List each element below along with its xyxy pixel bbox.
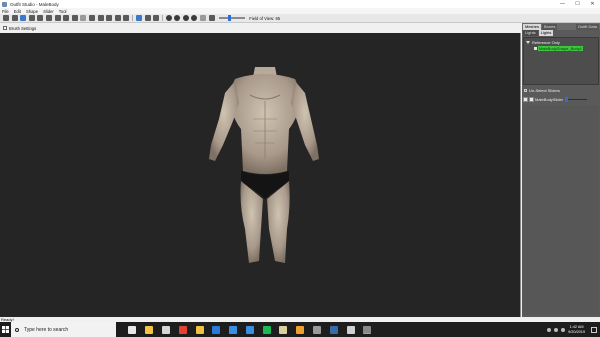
mask-brush-icon[interactable] [28,15,35,21]
start-button[interactable] [0,322,11,337]
outfit-studio-icon[interactable] [363,325,372,334]
taskbar-apps [124,325,376,334]
unmask-brush-icon[interactable] [37,15,44,21]
sliders-header-label: Un-Select Sliders [529,87,560,93]
right-panel: Meshes Bones Outfit Data Lights Lights R… [522,23,600,317]
brush-tool-icon[interactable] [20,15,27,21]
taskbar-search[interactable]: Type here to search [11,322,116,337]
menu-edit[interactable]: Edit [14,9,21,14]
clock[interactable]: 1:42 AM 9/20/2019 [568,325,585,335]
lighting-icon[interactable] [174,15,181,21]
notifications-icon[interactable] [591,326,597,333]
smooth-brush-icon[interactable] [71,15,78,21]
color-brush-icon[interactable] [88,15,95,21]
game-icon[interactable] [279,325,288,334]
clock-time: 1:42 AM [569,324,584,329]
chevron-up-icon[interactable] [547,327,552,332]
transform-tool-icon[interactable] [11,15,18,21]
x-mirror-icon[interactable] [135,15,142,21]
panel-subtabs: Lights Lights [522,30,600,36]
menu-slider[interactable]: Slider [43,9,54,14]
menu-shape[interactable]: Shape [26,9,38,14]
alpha-brush-icon[interactable] [97,15,104,21]
vertex-colors-icon[interactable] [191,15,198,21]
minimize-button[interactable]: — [555,0,570,8]
unselect-sliders-checkbox[interactable] [524,88,527,92]
fov-slider-knob[interactable] [228,15,232,21]
file-explorer-icon[interactable] [145,325,154,334]
textures-icon[interactable] [182,15,189,21]
spotify-icon[interactable] [262,325,271,334]
3d-viewport[interactable] [0,33,521,317]
menu-tool[interactable]: Tool [59,9,67,14]
search-icon [15,327,19,332]
tablet-icon[interactable] [346,325,355,334]
volume-icon[interactable] [561,327,566,332]
window-controls: — ☐ ✕ [555,0,600,8]
clock-date: 9/20/2019 [568,329,585,334]
menu-file[interactable]: File [2,9,9,14]
toolbar-separator [161,15,163,21]
mail-icon[interactable] [245,325,254,334]
nexus-icon[interactable] [296,325,305,334]
controller-icon[interactable] [312,325,321,334]
fov-label: Field of View: 65 [249,15,281,21]
slider-knob[interactable] [565,97,569,102]
brush-settings-toggle[interactable] [3,26,7,30]
slider-track[interactable] [565,97,588,102]
title-bar: Outfit Studio - MaleBody — ☐ ✕ [0,0,600,8]
network-icon[interactable] [554,327,559,332]
search-placeholder: Type here to search [24,326,69,333]
toolbar-separator [131,15,133,21]
fov-slider[interactable] [219,15,246,21]
subtab-lights-2[interactable]: Lights [538,30,554,36]
flip-edge-icon[interactable] [114,15,121,21]
toolbar: Field of View: 65 [0,14,600,23]
steam-icon[interactable] [329,325,338,334]
mask-visible-icon[interactable] [200,15,207,21]
split-edge-icon[interactable] [123,15,130,21]
window-title: Outfit Studio - MaleBody [10,1,59,7]
chrome-icon[interactable] [178,325,187,334]
show-nodes-icon[interactable] [208,15,215,21]
app-icon [2,1,7,7]
file-manager-icon[interactable] [195,325,204,334]
subtab-lights-1[interactable]: Lights [523,30,538,36]
taskbar: Type here to search 1:42 AM 9/20/2019 [0,322,600,337]
tree-root-label: Reference Only [532,39,560,45]
inflate-brush-icon[interactable] [45,15,52,21]
slider-name: MaleBodySlider [535,97,564,102]
brush-settings-bar: Brush Settings [0,24,521,32]
edge-icon[interactable] [212,325,221,334]
panel-empty-area [523,105,599,315]
sliders-header: Un-Select Sliders [522,87,600,93]
select-tool-icon[interactable] [3,15,9,21]
shape-visible-checkbox[interactable] [534,46,537,50]
photos-icon[interactable] [161,325,170,334]
slider-check-button[interactable] [529,97,534,102]
windows-logo-icon [2,326,9,333]
mesh-tree: Reference Only MaleBodyShape_Body1 [523,37,599,85]
connected-only-icon[interactable] [144,15,151,21]
task-view-icon[interactable] [128,325,137,334]
body-mesh [209,67,319,263]
maximize-button[interactable]: ☐ [570,0,585,8]
close-button[interactable]: ✕ [585,0,600,8]
move-brush-icon[interactable] [63,15,70,21]
slider-row: MaleBodySlider [523,96,599,103]
system-tray: 1:42 AM 9/20/2019 [547,322,600,337]
collapse-vertex-icon[interactable] [106,15,113,21]
deflate-brush-icon[interactable] [54,15,61,21]
slider-edit-button[interactable] [523,97,528,102]
tree-shape[interactable]: MaleBodyShape_Body1 [526,45,596,51]
shape-name[interactable]: MaleBodyShape_Body1 [538,45,583,51]
panel-tabs: Meshes Bones Outfit Data [522,23,600,30]
brush-settings-label: Brush Settings [9,25,37,31]
expand-arrow-icon[interactable] [526,40,530,44]
global-brush-icon[interactable] [153,15,160,21]
store-icon[interactable] [229,325,238,334]
wireframe-icon[interactable] [165,15,172,21]
weight-brush-icon[interactable] [80,15,87,21]
